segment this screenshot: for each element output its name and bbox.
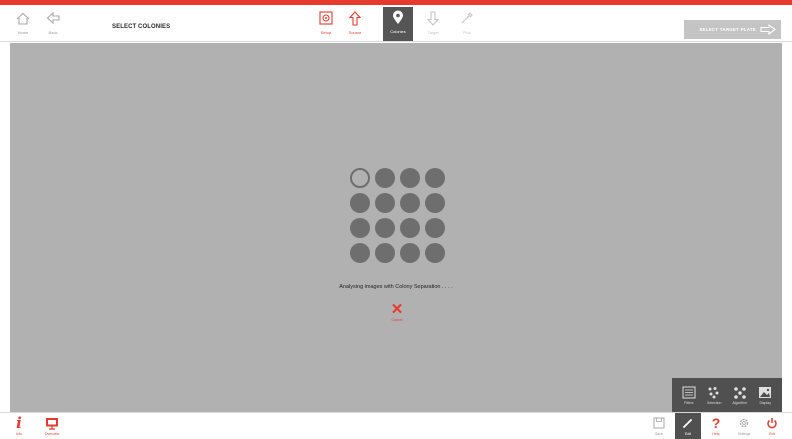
spinner-dot <box>400 218 420 238</box>
info-button[interactable]: i Info <box>6 415 32 439</box>
spinner-dot <box>350 243 370 263</box>
forward-arrow-icon <box>760 24 776 35</box>
spinner-dot <box>400 193 420 213</box>
settings-button[interactable]: Settings <box>731 415 757 439</box>
step-source[interactable]: Source <box>340 8 370 40</box>
step-setup-label: Setup <box>320 30 332 35</box>
tool-algorithm[interactable]: Algorithm <box>728 385 752 405</box>
back-arrow-icon <box>43 8 63 28</box>
tool-panel: Filters Selection Algorithm Display <box>672 378 782 412</box>
spinner-dot <box>400 168 420 188</box>
spinner-dot <box>400 243 420 263</box>
tool-selection-label: Selection <box>707 401 722 405</box>
pencil-icon <box>679 415 697 431</box>
edit-label: Edit <box>684 432 692 436</box>
pipette-icon <box>457 8 477 28</box>
help-button[interactable]: ? Help <box>703 415 729 439</box>
spinner-dot <box>425 193 445 213</box>
close-icon: ✕ <box>390 301 404 318</box>
loading-spinner <box>348 166 448 266</box>
location-pin-icon <box>388 7 408 27</box>
back-button[interactable]: Back <box>38 8 68 40</box>
select-target-plate-button[interactable]: SELECT TARGET PLATE <box>684 20 781 39</box>
tool-algorithm-label: Algorithm <box>732 401 748 405</box>
spinner-dot <box>425 243 445 263</box>
header: Home Back SELECT COLONIES Setup Source C… <box>0 5 792 42</box>
upload-arrow-icon <box>345 8 365 28</box>
settings-icon <box>735 415 753 431</box>
save-icon <box>650 415 668 431</box>
exit-label: Exit <box>769 432 775 436</box>
select-target-plate-label: SELECT TARGET PLATE <box>699 27 756 32</box>
image-icon <box>757 385 773 399</box>
tool-display-label: Display <box>759 401 771 405</box>
save-label: Save <box>655 432 663 436</box>
tool-filters[interactable]: Filters <box>677 385 701 405</box>
selection-icon <box>706 385 722 399</box>
help-icon: ? <box>711 415 721 431</box>
cancel-label: Cancel <box>391 318 403 322</box>
cancel-button[interactable]: ✕ Cancel <box>386 302 408 322</box>
info-icon: i <box>16 414 22 432</box>
spinner-dot <box>350 193 370 213</box>
spinner-dot <box>350 218 370 238</box>
spinner-dot <box>375 168 395 188</box>
overview-button[interactable]: Overview <box>39 415 65 439</box>
edit-button[interactable]: Edit <box>675 413 701 439</box>
footer: i Info Overview Save Edit ? Help Setting… <box>0 412 792 439</box>
back-label: Back <box>48 30 58 35</box>
help-label: Help <box>712 432 720 436</box>
step-colonies[interactable]: Colonies <box>383 7 413 41</box>
monitor-icon <box>43 415 61 431</box>
spinner-dot <box>425 218 445 238</box>
spinner-dot-active <box>350 168 370 188</box>
algorithm-icon <box>732 385 748 399</box>
home-button[interactable]: Home <box>8 8 38 40</box>
progress-message: Analysing images with Colony Separation … <box>339 284 453 290</box>
page-title: SELECT COLONIES <box>112 24 171 30</box>
save-button[interactable]: Save <box>646 415 672 439</box>
tool-filters-label: Filters <box>683 401 694 405</box>
spinner-dot <box>375 193 395 213</box>
tool-display[interactable]: Display <box>753 385 777 405</box>
filters-icon <box>681 385 697 399</box>
setup-icon <box>316 8 336 28</box>
spinner-dot <box>375 218 395 238</box>
tool-selection[interactable]: Selection <box>702 385 726 405</box>
overview-label: Overview <box>44 432 60 436</box>
step-pick-label: Pick <box>463 30 471 35</box>
home-icon <box>13 8 33 28</box>
settings-label: Settings <box>737 432 751 436</box>
step-target-label: Target <box>427 30 439 35</box>
work-area: Analysing images with Colony Separation … <box>0 43 792 412</box>
step-colonies-label: Colonies <box>390 29 406 34</box>
step-source-label: Source <box>348 30 362 35</box>
exit-button[interactable]: Exit <box>759 415 785 439</box>
step-target[interactable]: Target <box>418 8 448 40</box>
download-arrow-icon <box>423 8 443 28</box>
power-icon <box>763 415 781 431</box>
info-label: Info <box>16 432 22 436</box>
home-label: Home <box>17 30 29 35</box>
spinner-dot <box>425 168 445 188</box>
spinner-dot <box>375 243 395 263</box>
step-setup[interactable]: Setup <box>311 8 341 40</box>
step-pick[interactable]: Pick <box>452 8 482 40</box>
